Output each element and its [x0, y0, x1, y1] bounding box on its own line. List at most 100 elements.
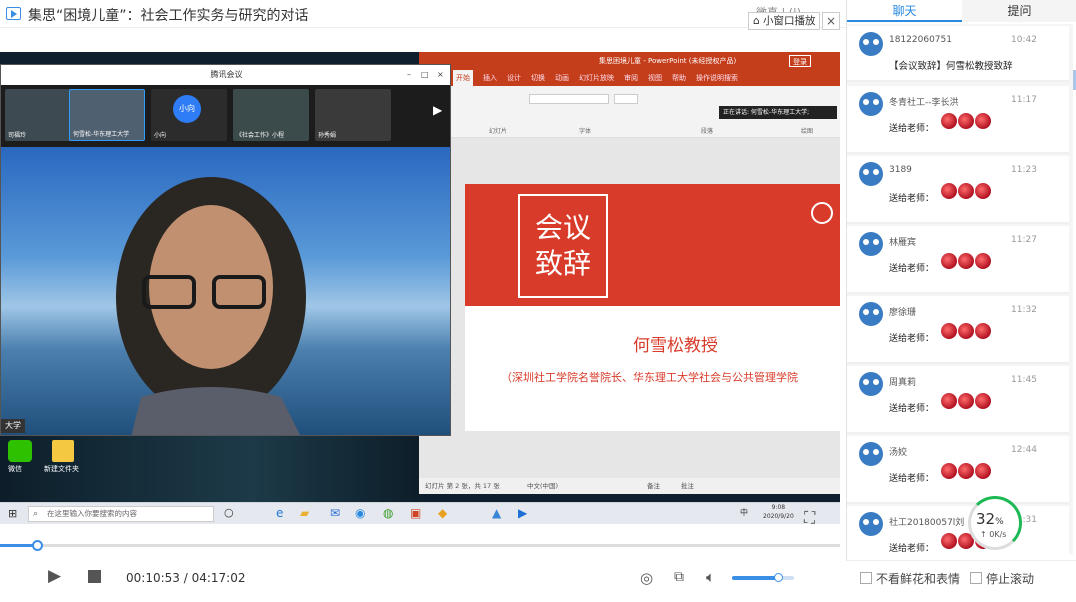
- chat-username: 林雁宾: [889, 238, 917, 248]
- ppt-tab-search[interactable]: 操作说明搜索: [696, 70, 738, 86]
- ppt-tab[interactable]: 设计: [507, 70, 521, 86]
- hide-flowers-label: 不看鲜花和表情: [876, 572, 961, 586]
- slide-affiliation: （深圳社工学院名誉院长、华东理工大学社会与公共管理学院: [501, 371, 798, 384]
- flower-gifts: [941, 183, 991, 199]
- app-icon[interactable]: ◆: [438, 506, 447, 520]
- ppt-login-button[interactable]: 登录: [789, 55, 811, 67]
- ppt-tab[interactable]: 插入: [483, 70, 497, 86]
- volume-thumb[interactable]: [773, 573, 783, 582]
- browser-icon[interactable]: ◍: [383, 506, 393, 520]
- participant-tile[interactable]: 《社会工作》小程: [233, 89, 309, 141]
- chat-time: 11:45: [1011, 375, 1037, 385]
- taskbar-search-placeholder: 在这里输入你要搜索的内容: [47, 509, 137, 518]
- windows-start-icon[interactable]: ⊞: [8, 507, 17, 520]
- ppt-tab[interactable]: 帮助: [672, 70, 686, 86]
- rose-icon: [975, 183, 991, 199]
- ppt-window-title: 集思困境儿童 - PowerPoint (未经授权产品): [599, 57, 737, 65]
- minimize-icon[interactable]: –: [407, 65, 411, 85]
- rose-icon: [958, 113, 974, 129]
- chat-text: 送给老师：: [889, 474, 935, 484]
- tencent-meeting-window: 腾讯会议 – □ × 司福玲 何雪松-华东理工大学 小向 小向 《社会工作》小程…: [0, 64, 451, 436]
- owl-avatar-icon: [859, 302, 883, 326]
- ime-indicator[interactable]: 中: [740, 507, 748, 518]
- ppt-tab[interactable]: 幻灯片放映: [579, 70, 614, 86]
- owl-avatar-icon: [859, 92, 883, 116]
- edge-icon[interactable]: e: [276, 506, 283, 520]
- volume-slider[interactable]: [732, 573, 794, 582]
- font-name-box[interactable]: [529, 94, 609, 104]
- owl-avatar-icon: [859, 162, 883, 186]
- chat-message: 3189 11:23 送给老师：: [847, 156, 1069, 224]
- rose-icon: [975, 393, 991, 409]
- time-separator: /: [179, 571, 192, 585]
- rose-icon: [941, 393, 957, 409]
- rose-icon: [958, 253, 974, 269]
- chat-time: 11:27: [1011, 235, 1037, 245]
- notes-button[interactable]: 备注: [647, 478, 660, 494]
- owl-avatar-icon: [859, 32, 883, 56]
- mini-window-button[interactable]: ⌂ 小窗口播放: [748, 12, 820, 30]
- participant-tile-active[interactable]: 何雪松-华东理工大学: [69, 89, 145, 141]
- stop-scroll-label: 停止滚动: [986, 572, 1035, 586]
- taskbar-search-box[interactable]: ⌕ 在这里输入你要搜索的内容: [28, 506, 214, 522]
- broadcast-icon[interactable]: ◎: [640, 569, 653, 587]
- chat-time: 12:44: [1011, 445, 1037, 455]
- chat-text: 送给老师：: [889, 334, 935, 344]
- rose-icon: [975, 113, 991, 129]
- ppt-tab[interactable]: 审阅: [624, 70, 638, 86]
- wechat-icon[interactable]: [8, 440, 32, 462]
- ppt-tab-active[interactable]: 开始: [453, 70, 473, 86]
- flower-gifts: [941, 113, 991, 129]
- hide-flowers-checkbox[interactable]: [860, 572, 872, 584]
- close-icon[interactable]: ×: [437, 65, 444, 85]
- chat-text: 送给老师：: [889, 194, 935, 204]
- progress-thumb[interactable]: [31, 540, 43, 551]
- chat-username: 18122060751: [889, 35, 952, 45]
- photos-icon[interactable]: ▲: [492, 506, 501, 520]
- rose-icon: [975, 323, 991, 339]
- chat-list[interactable]: 18122060751 10:42 【会议致辞】何雪松教授致辞 冬青社工--李长洪 11…: [847, 24, 1073, 554]
- next-arrow-icon[interactable]: ▶: [433, 103, 442, 117]
- meeting-app-icon[interactable]: ◉: [355, 506, 365, 520]
- play-button[interactable]: ▶: [48, 566, 61, 586]
- progress-bar[interactable]: [0, 540, 840, 551]
- stop-scroll-checkbox[interactable]: [970, 572, 982, 584]
- folder-icon[interactable]: [52, 440, 74, 462]
- chat-message: 周真莉 11:45 送给老师：: [847, 366, 1069, 434]
- participant-tile[interactable]: 孙秀娟: [315, 89, 391, 141]
- chat-text: 送给老师：: [889, 124, 935, 134]
- participant-tile[interactable]: 小向 小向: [151, 89, 227, 141]
- comments-button[interactable]: 批注: [681, 478, 694, 494]
- tab-ask[interactable]: 提问: [962, 0, 1076, 22]
- powerpoint-icon[interactable]: ▣: [410, 506, 421, 520]
- font-size-box[interactable]: [614, 94, 638, 104]
- video-stage[interactable]: 集思困境儿童 - PowerPoint (未经授权产品) 登录 文件 开始 插入…: [0, 52, 840, 524]
- chat-text: 送给老师：: [889, 544, 935, 554]
- rose-icon: [958, 323, 974, 339]
- file-explorer-icon[interactable]: ▰: [300, 506, 309, 520]
- fullscreen-icon[interactable]: ⛶: [804, 508, 815, 524]
- ppt-tab[interactable]: 切换: [531, 70, 545, 86]
- mail-icon[interactable]: ✉: [330, 506, 340, 520]
- ppt-statusbar: 幻灯片 第 2 张，共 17 张 中文(中国) 备注 批注: [419, 478, 840, 494]
- maximize-icon[interactable]: □: [421, 65, 429, 85]
- chat-message: 18122060751 10:42 【会议致辞】何雪松教授致辞: [847, 26, 1069, 82]
- slide: 会议 致辞 何雪松教授 （深圳社工学院名誉院长、华东理工大学社会与公共管理学院: [465, 184, 840, 431]
- video-app-icon[interactable]: ▶: [518, 506, 527, 520]
- chat-message: 廖徐珊 11:32 送给老师：: [847, 296, 1069, 364]
- ppt-tab[interactable]: 动画: [555, 70, 569, 86]
- volume-icon[interactable]: 🔈︎: [706, 568, 715, 586]
- rose-icon: [975, 253, 991, 269]
- task-view-icon[interactable]: ○: [224, 506, 234, 519]
- speaker-video: 大学: [1, 147, 450, 435]
- rose-icon: [958, 183, 974, 199]
- tab-chat[interactable]: 聊天: [847, 0, 962, 22]
- flower-gifts: [941, 253, 991, 269]
- stop-button[interactable]: [88, 570, 101, 583]
- owl-avatar-icon: [859, 372, 883, 396]
- title-bar: 集思“困境儿童”：社会工作实务与研究的对话: [0, 0, 846, 28]
- rose-icon: [941, 533, 957, 549]
- mini-window-close-button[interactable]: ×: [822, 12, 840, 30]
- screen-mirror-icon[interactable]: ⧉: [674, 569, 684, 585]
- ppt-tab[interactable]: 视图: [648, 70, 662, 86]
